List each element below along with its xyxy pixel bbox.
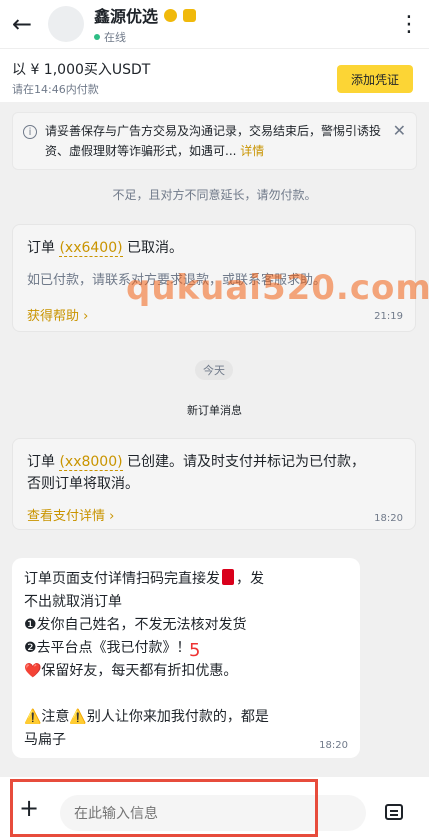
arrow-left-icon[interactable]: ←: [0, 0, 44, 48]
order-created-card: 订单 (xx8000) 已创建。请及时支付并标记为已付款， 否则订单将取消。 查…: [12, 438, 416, 530]
notice-text: 请妥善保存与广告方交易及沟通记录，交易结束后，警惕引诱投资、虚假理财等诈骗形式，…: [45, 124, 382, 158]
safety-notice: i 请妥善保存与广告方交易及沟通记录，交易结束后，警惕引诱投资、虚假理财等诈骗形…: [12, 112, 417, 170]
order-number-link[interactable]: (xx6400): [59, 240, 123, 257]
order-summary-bar: 以 ¥ 1,000买入USDT 请在14:46内付款 添加凭证: [0, 48, 429, 102]
message-line: ❤️保留好友，每天都有折扣优惠。: [24, 663, 238, 679]
chevron-right-icon: ›: [109, 509, 115, 524]
avatar[interactable]: [48, 6, 84, 42]
new-order-label: 新订单消息: [187, 404, 242, 417]
notice-details-link[interactable]: 详情: [240, 144, 264, 158]
annotation-number: 5: [189, 640, 201, 661]
merchant-name[interactable]: 鑫源优选: [94, 3, 158, 27]
online-status: 在线: [94, 29, 389, 45]
message-line: 不出就取消订单: [24, 594, 122, 610]
seller-message-bubble[interactable]: 订单页面支付详情扫码完直接发 ，发 不出就取消订单 ❶发你自己姓名，不发无法核对发…: [12, 558, 360, 758]
payment-deadline: 请在14:46内付款: [12, 83, 99, 96]
chat-area[interactable]: i 请妥善保存与广告方交易及沟通记录，交易结束后，警惕引诱投资、虚假理财等诈骗形…: [0, 102, 429, 777]
info-icon: i: [23, 125, 37, 139]
create-card-line2: 否则订单将取消。: [27, 476, 139, 492]
order-title: 以 ¥ 1,000买入USDT: [12, 62, 151, 78]
online-dot-icon: [94, 34, 100, 40]
cancel-card-title: 订单 (xx6400) 已取消。: [27, 240, 184, 257]
watermark-text: qukuai520.com: [126, 268, 429, 308]
add-proof-button[interactable]: 添加凭证: [337, 65, 413, 93]
message-time: 18:20: [374, 513, 403, 524]
view-payment-details-link[interactable]: 查看支付详情 ›: [27, 505, 114, 524]
highlight-box: [10, 779, 318, 837]
more-vertical-icon[interactable]: ⋮: [389, 12, 429, 37]
merchant-shield-icon: [183, 8, 197, 22]
get-help-link[interactable]: 获得帮助 ›: [27, 305, 88, 324]
red-envelope-icon: [222, 569, 234, 585]
online-label: 在线: [104, 31, 126, 44]
date-divider: 今天: [195, 360, 233, 380]
message-line: 订单页面支付详情扫码完直接发 ，发: [24, 569, 264, 587]
message-list-icon[interactable]: [385, 804, 403, 820]
input-bar: +: [0, 777, 429, 839]
chat-title-area: 鑫源优选 在线: [94, 3, 389, 45]
close-icon[interactable]: ✕: [393, 121, 406, 140]
message-time: 18:20: [319, 740, 348, 751]
message-line: 马扁子: [24, 732, 66, 748]
message-line: ⚠️注意⚠️别人让你来加我付款的，都是: [24, 709, 269, 725]
top-bar: ← 鑫源优选 在线 ⋮: [0, 0, 429, 48]
verified-badge-icon: [164, 8, 178, 22]
message-line: ❶发你自己姓名，不发无法核对发货: [24, 617, 247, 633]
order-number-link[interactable]: (xx8000): [59, 454, 123, 471]
message-line: ❷去平台点《我已付款》！: [24, 640, 191, 656]
message-time: 21:19: [374, 311, 403, 322]
system-message: 不足，且对方不同意延长，请勿付款。: [112, 188, 317, 202]
chevron-right-icon: ›: [83, 309, 89, 324]
create-card-title: 订单 (xx8000) 已创建。请及时支付并标记为已付款，: [27, 454, 366, 471]
